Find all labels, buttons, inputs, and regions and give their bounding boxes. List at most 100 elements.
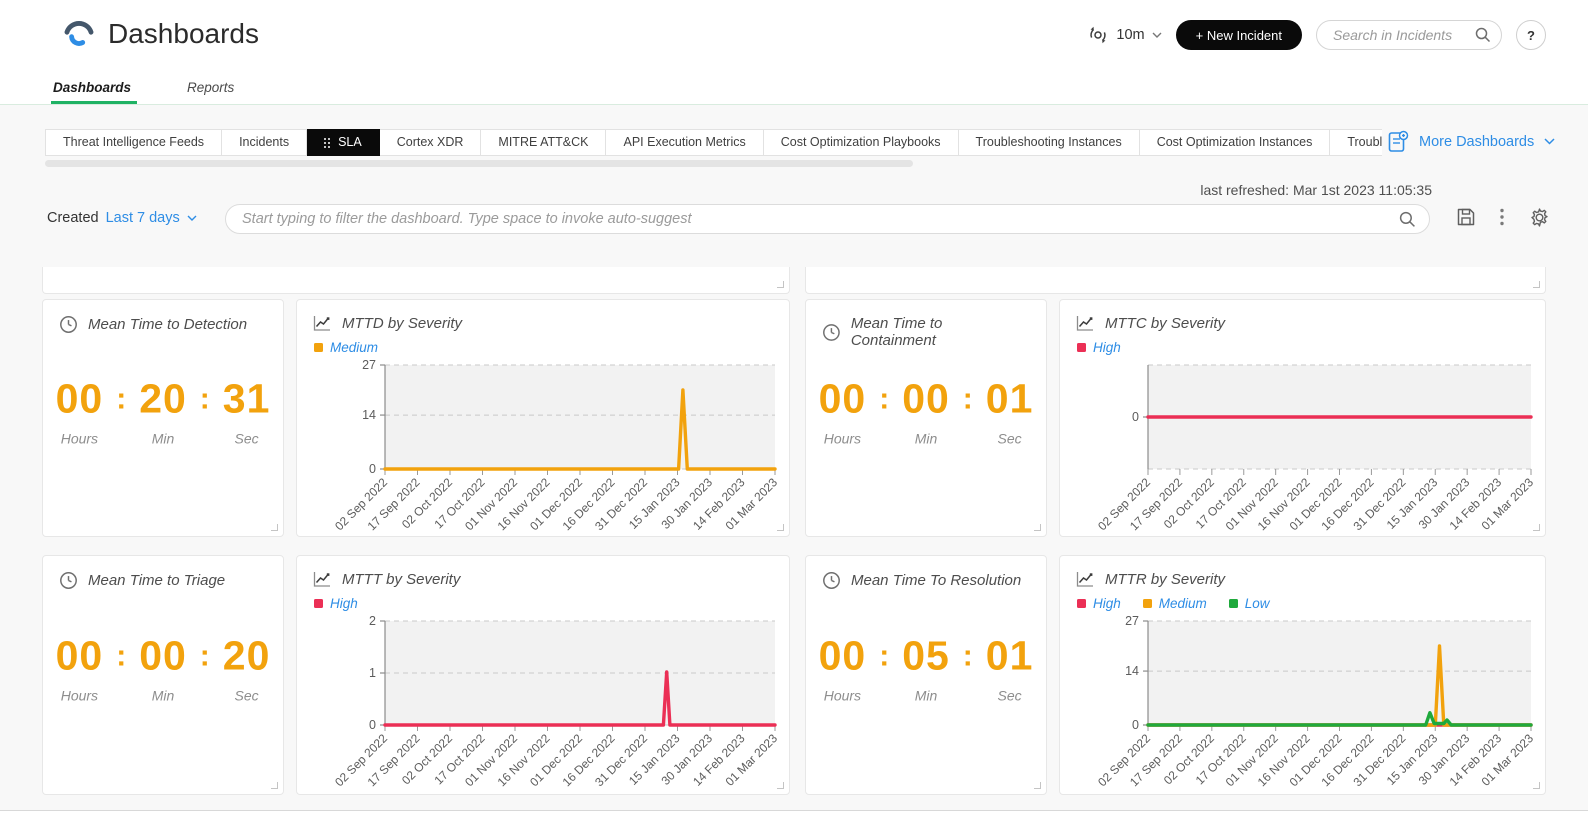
timer-minutes: 00 [139, 636, 187, 677]
kebab-menu-icon[interactable] [1499, 207, 1505, 227]
dashboard-tab-incidents[interactable]: Incidents [222, 129, 307, 156]
help-button[interactable]: ? [1516, 20, 1546, 50]
more-dashboards-label[interactable]: More Dashboards [1419, 134, 1534, 150]
chart-legend: High Medium Low [1077, 596, 1545, 611]
legend-label: High [330, 596, 358, 611]
chart-legend: High [314, 596, 789, 611]
refresh-interval-value[interactable]: 10m [1116, 27, 1144, 43]
dashboard-filter-input[interactable] [225, 204, 1430, 234]
auto-refresh-dropdown[interactable]: 10m [1087, 24, 1161, 46]
dashboard-tab-label: API Execution Metrics [623, 130, 745, 155]
widget-resize-handle[interactable] [1533, 524, 1540, 531]
dashboard-report-icon[interactable] [1388, 130, 1409, 153]
dashboard-tab-cost-optimization-playbooks[interactable]: Cost Optimization Playbooks [764, 129, 959, 156]
timer-minutes-label: Min [152, 431, 175, 447]
primary-nav-tabs: Dashboards Reports [53, 80, 234, 104]
legend-swatch [1143, 599, 1152, 608]
line-chart-icon [313, 315, 332, 332]
search-icon[interactable] [1399, 211, 1416, 228]
dashboard-tab-cost-optimization-instances[interactable]: Cost Optimization Instances [1140, 129, 1331, 156]
more-dashboards[interactable]: More Dashboards [1388, 130, 1555, 153]
auto-refresh-icon[interactable] [1087, 24, 1109, 46]
page-title: Dashboards [108, 18, 259, 50]
timer-seconds-label: Sec [235, 431, 259, 447]
widget-mttc-by-severity: MTTC by SeverityHigh002 Sep 202217 Sep 2… [1059, 299, 1546, 537]
widget-resize-handle[interactable] [1034, 524, 1041, 531]
dashboard-tab-cortex-xdr[interactable]: Cortex XDR [380, 129, 482, 156]
legend-item-low[interactable]: Low [1229, 596, 1270, 611]
widget-resize-handle[interactable] [271, 782, 278, 789]
timer-hours: 00 [56, 379, 104, 420]
timer-separator: : [116, 640, 126, 674]
timer-minutes-label: Min [152, 688, 175, 704]
timer-separator: : [116, 383, 126, 417]
svg-text:0: 0 [369, 718, 376, 732]
legend-label: Medium [330, 340, 378, 355]
settings-gear-icon[interactable] [1529, 207, 1550, 228]
dashboard-tab-label: Cost Optimization Playbooks [781, 130, 941, 155]
dashboard-page: Dashboards 10m + New Incident [0, 0, 1588, 836]
widget-title: Mean Time to Containment [851, 315, 1030, 349]
line-chart-icon [1076, 571, 1095, 588]
legend-swatch [1077, 343, 1086, 352]
widget-resize-handle[interactable] [777, 281, 784, 288]
dashboard-tab-mitre-att-ck[interactable]: MITRE ATT&CK [481, 129, 606, 156]
widget-resize-handle[interactable] [271, 524, 278, 531]
save-icon[interactable] [1456, 207, 1476, 227]
dashboard-tab-label: Threat Intelligence Feeds [63, 130, 204, 155]
widget-resize-handle[interactable] [777, 524, 784, 531]
legend-item-medium[interactable]: Medium [314, 340, 378, 355]
tab-strip-scrollbar[interactable] [45, 160, 913, 167]
dashboard-tab-label: Troubleshooting Playbo [1347, 130, 1382, 155]
svg-text:27: 27 [1125, 615, 1139, 628]
chevron-down-icon[interactable] [187, 215, 197, 221]
svg-text:1: 1 [369, 666, 376, 680]
dashboard-tab-troubleshooting-instances[interactable]: Troubleshooting Instances [959, 129, 1140, 156]
legend-item-high[interactable]: High [1077, 596, 1121, 611]
app-header: Dashboards 10m + New Incident [0, 0, 1588, 105]
timer-separator: : [963, 640, 973, 674]
svg-text:27: 27 [362, 359, 376, 372]
widget-resize-handle[interactable] [1533, 281, 1540, 288]
timer-separator: : [879, 383, 889, 417]
legend-swatch [1077, 599, 1086, 608]
legend-label: High [1093, 340, 1121, 355]
search-icon[interactable] [1475, 27, 1491, 43]
timer-seconds-label: Sec [998, 688, 1022, 704]
partial-widget [42, 267, 790, 294]
legend-label: Medium [1159, 596, 1207, 611]
widget-mean-time-to-triage: Mean Time to Triage00Hours:00Min:20Sec [42, 555, 284, 795]
chevron-down-icon [1544, 138, 1555, 145]
timer-seconds: 01 [986, 379, 1034, 420]
dashboard-tab-api-execution-metrics[interactable]: API Execution Metrics [606, 129, 763, 156]
timer-seconds: 01 [986, 636, 1034, 677]
widget-title: MTTD by Severity [342, 315, 462, 332]
dashboard-tab-threat-intelligence-feeds[interactable]: Threat Intelligence Feeds [45, 129, 222, 156]
widget-mttr-by-severity: MTTR by SeverityHighMediumLow0142702 Sep… [1059, 555, 1546, 795]
created-filter-dropdown[interactable]: Last 7 days [106, 210, 180, 226]
incident-search [1316, 20, 1502, 50]
dashboard-tab-sla[interactable]: SLA [307, 129, 380, 156]
legend-swatch [314, 343, 323, 352]
svg-text:2: 2 [369, 615, 376, 628]
widget-resize-handle[interactable] [777, 782, 784, 789]
nav-tab-reports[interactable]: Reports [187, 80, 234, 104]
widget-resize-handle[interactable] [1533, 782, 1540, 789]
timer-minutes-label: Min [915, 431, 938, 447]
clock-icon [59, 315, 78, 334]
legend-label: High [1093, 596, 1121, 611]
timer-minutes: 05 [902, 636, 950, 677]
drag-handle-icon [324, 138, 330, 148]
svg-text:14: 14 [1125, 664, 1139, 678]
widget-mttt-by-severity: MTTT by SeverityHigh01202 Sep 202217 Sep… [296, 555, 790, 795]
legend-item-high[interactable]: High [1077, 340, 1121, 355]
dashboard-tab-troubleshooting-playbo[interactable]: Troubleshooting Playbo [1330, 129, 1382, 156]
new-incident-button[interactable]: + New Incident [1176, 20, 1302, 50]
dashboard-main: Threat Intelligence Feeds IncidentsSLACor… [0, 105, 1588, 810]
widget-resize-handle[interactable] [1034, 782, 1041, 789]
legend-item-high[interactable]: High [314, 596, 358, 611]
line-chart: 0142702 Sep 202217 Sep 202202 Oct 202217… [1068, 615, 1537, 796]
widget-mean-time-to-containment: Mean Time to Containment00Hours:00Min:01… [805, 299, 1047, 537]
legend-item-medium[interactable]: Medium [1143, 596, 1207, 611]
nav-tab-dashboards[interactable]: Dashboards [53, 80, 131, 104]
